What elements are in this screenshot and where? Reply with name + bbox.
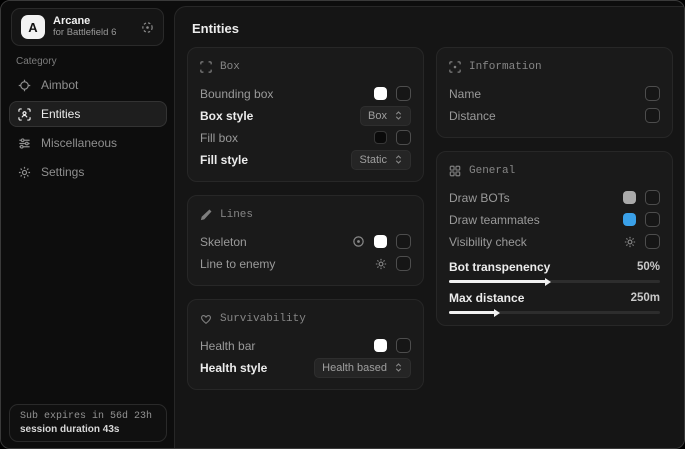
setting-row: Draw teammates (449, 209, 660, 230)
color-swatch[interactable] (374, 131, 387, 144)
sidebar-item-settings[interactable]: Settings (9, 159, 167, 185)
main-panel: Entities Box Bounding box (174, 6, 684, 448)
skeleton-checkbox[interactable] (396, 234, 411, 249)
draw-teammates-checkbox[interactable] (645, 212, 660, 227)
gear-icon[interactable] (624, 236, 636, 248)
card-title: Lines (220, 209, 253, 221)
crosshair-icon (18, 79, 31, 92)
corner-brackets-icon (200, 61, 212, 73)
app-window: A Arcane for Battlefield 6 Category Aimb… (0, 0, 685, 449)
box-card: Box Bounding box Box style Box (187, 47, 424, 182)
grid-icon (449, 165, 461, 177)
right-column: Information Name Distance (436, 47, 673, 326)
color-swatch[interactable] (374, 87, 387, 100)
heart-icon (200, 313, 212, 325)
sidebar: A Arcane for Battlefield 6 Category Aimb… (1, 1, 174, 448)
chevron-up-down-icon (394, 154, 403, 165)
chevron-up-down-icon (394, 362, 403, 373)
pencil-line-icon (200, 209, 212, 221)
card-title: Box (220, 61, 240, 73)
card-title: General (469, 165, 515, 177)
sidebar-item-label: Miscellaneous (41, 136, 117, 150)
fill-box-checkbox[interactable] (396, 130, 411, 145)
draw-bots-checkbox[interactable] (645, 190, 660, 205)
slider-value: 50% (637, 261, 660, 273)
left-column: Box Bounding box Box style Box (187, 47, 424, 390)
distance-checkbox[interactable] (645, 108, 660, 123)
general-card: General Draw BOTs Draw teammates (436, 151, 673, 326)
chevron-up-down-icon (394, 110, 403, 121)
setting-row: Health bar (200, 335, 411, 356)
information-card: Information Name Distance (436, 47, 673, 138)
color-swatch[interactable] (623, 213, 636, 226)
brand-title: Arcane (53, 15, 116, 28)
line-to-enemy-checkbox[interactable] (396, 256, 411, 271)
circle-dot-icon[interactable] (352, 235, 365, 248)
setting-row: Distance (449, 105, 660, 126)
sidebar-nav: Aimbot Entities Miscella (9, 72, 167, 188)
scan-dot-icon (449, 61, 461, 73)
color-swatch[interactable] (374, 339, 387, 352)
setting-row: Visibility check (449, 231, 660, 252)
gear-icon[interactable] (375, 258, 387, 270)
sidebar-item-entities[interactable]: Entities (9, 101, 167, 127)
gear-icon (18, 166, 31, 179)
category-label: Category (16, 56, 57, 67)
bounding-box-checkbox[interactable] (396, 86, 411, 101)
card-title: Information (469, 61, 542, 73)
slider-thumb[interactable] (545, 278, 551, 286)
card-title: Survivability (220, 313, 306, 325)
session-duration-text: session duration 43s (20, 424, 156, 435)
slider-thumb[interactable] (494, 309, 500, 317)
max-distance-setting: Max distance 250m (449, 289, 660, 314)
setting-row: Skeleton (200, 231, 411, 252)
lines-card: Lines Skeleton Line to enemy (187, 195, 424, 286)
name-checkbox[interactable] (645, 86, 660, 101)
status-dashed-circle-icon[interactable] (141, 21, 154, 34)
fill-style-select[interactable]: Static (351, 150, 411, 170)
page-title: Entities (192, 21, 239, 36)
setting-row: Fill box (200, 127, 411, 148)
sidebar-item-label: Entities (41, 107, 80, 121)
bot-transparency-slider[interactable] (449, 280, 660, 283)
setting-row: Line to enemy (200, 253, 411, 274)
survivability-card: Survivability Health bar Health style He… (187, 299, 424, 390)
sidebar-item-label: Settings (41, 165, 84, 179)
sub-expiry-text: Sub expires in 56d 23h (20, 411, 156, 422)
setting-row: Box style Box (200, 105, 411, 126)
visibility-check-checkbox[interactable] (645, 234, 660, 249)
setting-row: Health style Health based (200, 357, 411, 378)
setting-row: Name (449, 83, 660, 104)
sliders-icon (18, 137, 31, 150)
bot-transparency-setting: Bot transpenency 50% (449, 258, 660, 283)
subscription-footer: Sub expires in 56d 23h session duration … (9, 404, 167, 442)
color-swatch[interactable] (374, 235, 387, 248)
box-style-select[interactable]: Box (360, 106, 411, 126)
sidebar-item-aimbot[interactable]: Aimbot (9, 72, 167, 98)
health-style-select[interactable]: Health based (314, 358, 411, 378)
brand-card: A Arcane for Battlefield 6 (11, 8, 164, 46)
setting-row: Bounding box (200, 83, 411, 104)
setting-row: Fill style Static (200, 149, 411, 170)
color-swatch[interactable] (623, 191, 636, 204)
slider-value: 250m (631, 292, 660, 304)
health-bar-checkbox[interactable] (396, 338, 411, 353)
brand-logo: A (21, 15, 45, 39)
max-distance-slider[interactable] (449, 311, 660, 314)
sidebar-item-label: Aimbot (41, 78, 78, 92)
sidebar-item-miscellaneous[interactable]: Miscellaneous (9, 130, 167, 156)
scan-person-icon (18, 108, 31, 121)
setting-row: Draw BOTs (449, 187, 660, 208)
brand-subtitle: for Battlefield 6 (53, 28, 116, 39)
